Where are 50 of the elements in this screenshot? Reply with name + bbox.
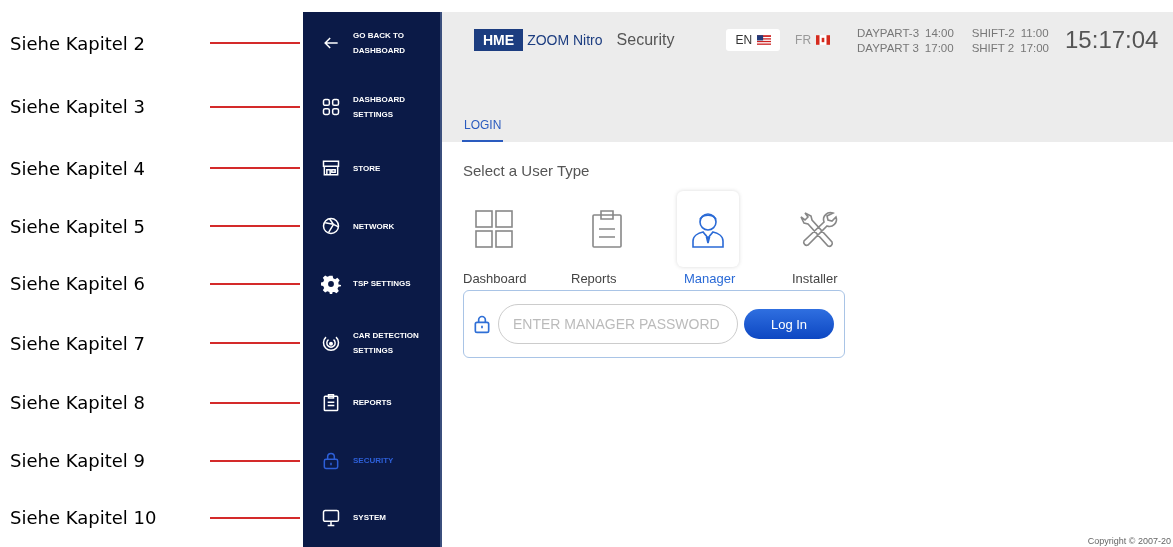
annotation-label: Siehe Kapitel 5: [9, 215, 146, 237]
clipboard-icon: [321, 392, 341, 413]
schedule-text: SHIFT-2: [971, 26, 1015, 39]
clock: 15:17:04: [1065, 26, 1159, 54]
lock-icon: [321, 450, 341, 471]
language-button[interactable]: EN: [726, 29, 781, 51]
schedule-text: DAYPART-3: [857, 26, 920, 39]
sidebar-item[interactable]: STORE: [303, 139, 440, 198]
globe-icon: [321, 216, 341, 237]
logo: HME: [474, 29, 524, 51]
monitor-icon: [321, 507, 341, 528]
schedule-text: 14:00: [925, 26, 954, 39]
annotation-label: Siehe Kapitel 4: [9, 157, 146, 179]
annotation-label: Siehe Kapitel 10: [9, 507, 158, 529]
user-type-option[interactable]: Reports: [570, 191, 677, 286]
password-field[interactable]: ENTER MANAGER PASSWORD: [498, 304, 738, 344]
user-type-option[interactable]: Manager: [677, 191, 784, 286]
sidebar-item[interactable]: NETWORK: [303, 197, 440, 255]
annotation-label: Siehe Kapitel 3: [9, 96, 146, 118]
schedule-text: DAYPART 3: [857, 41, 919, 54]
sidebar-item[interactable]: SYSTEM: [303, 488, 440, 547]
login-button[interactable]: Log In: [744, 309, 834, 339]
sidebar-item[interactable]: REPORTS: [303, 373, 440, 433]
sidebar-item[interactable]: GO BACK TO DASHBOARD: [303, 12, 440, 75]
schedule-text: 17:00: [1020, 41, 1049, 54]
schedule-text: 11:00: [1020, 26, 1049, 39]
lock-icon: [472, 314, 492, 334]
schedule-text: SHIFT 2: [971, 41, 1015, 54]
sidebar-item[interactable]: CAR DETECTION SETTINGS: [303, 312, 440, 374]
user-type-option[interactable]: Installer: [784, 191, 891, 286]
annotation-label: Siehe Kapitel 2: [9, 32, 146, 54]
user-type-option[interactable]: Dashboard: [463, 191, 570, 286]
page-title: Security: [616, 31, 675, 49]
annotation-label: Siehe Kapitel 8: [9, 392, 146, 414]
flag-icon: [816, 35, 831, 45]
annotation-label: Siehe Kapitel 7: [9, 332, 146, 354]
tab[interactable]: LOGIN: [462, 112, 504, 142]
grid-icon: [321, 96, 341, 117]
flag-icon: [757, 35, 772, 45]
annotation-label: Siehe Kapitel 6: [9, 273, 146, 295]
section-heading: Select a User Type: [463, 162, 591, 179]
schedule-text: 17:00: [924, 41, 954, 54]
product-name: ZOOM Nitro: [527, 32, 603, 48]
annotation-label: Siehe Kapitel 9: [9, 450, 146, 472]
gear-icon: [321, 273, 341, 294]
sidebar-item[interactable]: DASHBOARD SETTINGS: [303, 74, 440, 140]
tools-icon: [799, 209, 839, 249]
copyright-text: Copyright © 2007-20: [1087, 536, 1171, 546]
sidebar-item[interactable]: TSP SETTINGS: [303, 254, 440, 313]
grid-icon: [474, 209, 514, 249]
